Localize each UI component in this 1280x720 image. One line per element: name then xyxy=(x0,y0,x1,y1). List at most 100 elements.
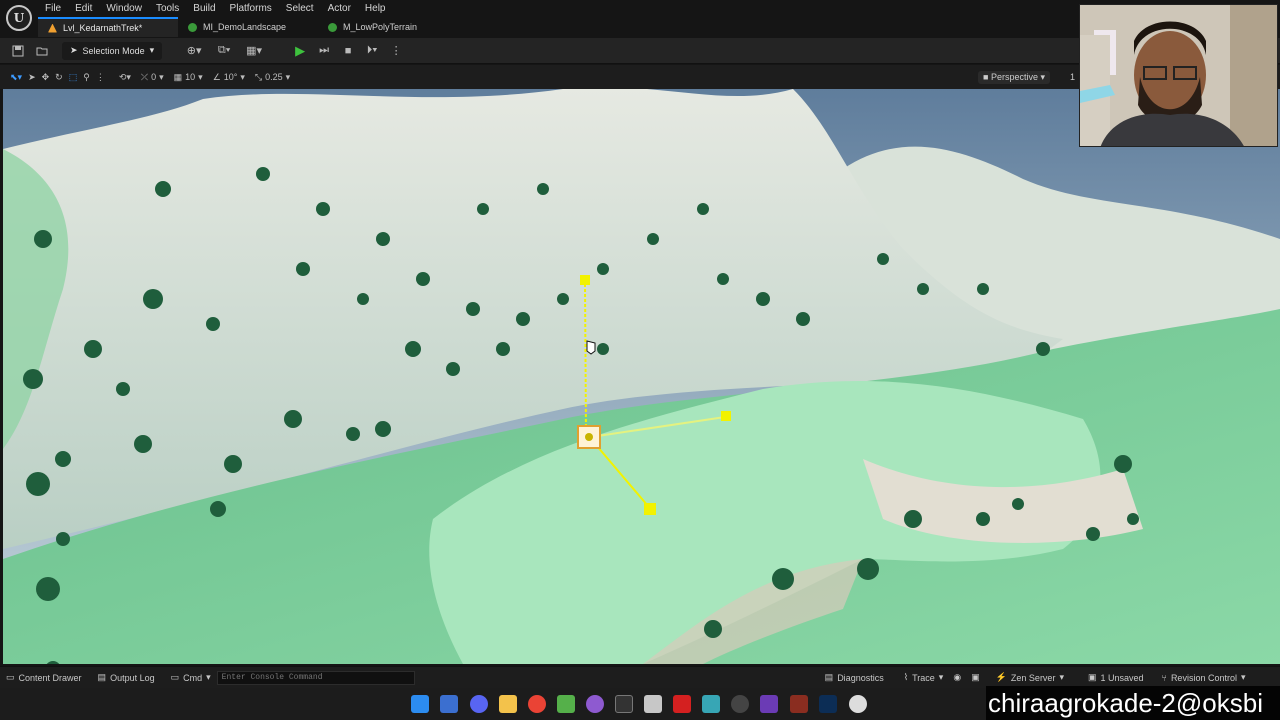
gizmo-y-handle[interactable] xyxy=(721,411,731,421)
record-button[interactable]: ◉ xyxy=(953,672,961,683)
main-menu: File Edit Window Tools Build Platforms S… xyxy=(38,1,393,16)
step-icon: ⏭ xyxy=(319,44,330,56)
menu-build[interactable]: Build xyxy=(186,2,222,16)
screenshot-button[interactable]: ▣ xyxy=(971,672,980,683)
play-icon: ▶ xyxy=(295,42,306,58)
diagnostics-button[interactable]: ▤ Diagnostics xyxy=(825,672,884,683)
scale-tool[interactable]: ⬚ xyxy=(69,72,78,83)
more-tools[interactable]: ⋮ xyxy=(96,72,105,83)
blueprint-button[interactable]: ⧉▾ xyxy=(214,41,234,61)
content-drawer-button[interactable]: ▭ Content Drawer xyxy=(6,672,82,683)
discord-icon[interactable] xyxy=(470,695,488,713)
more-options-button[interactable]: ⋮ xyxy=(386,41,406,61)
file-explorer-icon[interactable] xyxy=(499,695,517,713)
capture-icon[interactable] xyxy=(644,695,662,713)
menu-tools[interactable]: Tools xyxy=(149,2,186,16)
windows-start-icon[interactable] xyxy=(411,695,429,713)
coordinate-system[interactable]: ⚲ xyxy=(83,72,90,83)
pointer-icon: ➤ xyxy=(28,71,36,82)
level-viewport[interactable]: z x xyxy=(3,89,1280,664)
save-button[interactable] xyxy=(8,41,28,61)
stop-icon: ■ xyxy=(344,44,352,57)
console-command-input[interactable] xyxy=(216,670,415,685)
webcam-overlay xyxy=(1079,4,1278,147)
gizmo-x-handle[interactable] xyxy=(644,503,656,515)
surface-snap[interactable]: ⟲▾ xyxy=(119,72,131,83)
notepad-icon[interactable] xyxy=(557,695,575,713)
selection-mode-dropdown[interactable]: ➤ Selection Mode ▾ xyxy=(62,41,163,60)
scale-snap-toggle[interactable]: ⤡ 0.25 ▾ xyxy=(255,72,290,83)
chevron-down-icon: ▾ xyxy=(1040,72,1046,82)
landscape-scene xyxy=(3,89,1280,664)
revision-control-icon: ⑂ xyxy=(1161,672,1167,683)
gizmo-z-handle[interactable] xyxy=(580,275,590,285)
menu-help[interactable]: Help xyxy=(358,2,393,16)
unreal-logo-icon[interactable]: U xyxy=(6,5,32,31)
grid-icon: ▦ xyxy=(173,71,183,82)
menu-platforms[interactable]: Platforms xyxy=(223,2,279,16)
tab-label: M_LowPolyTerrain xyxy=(343,22,418,32)
app-icon[interactable] xyxy=(702,695,720,713)
snap-icon: ⤫ xyxy=(140,71,149,82)
step-button[interactable]: ⏭ xyxy=(314,41,334,61)
terminal-icon[interactable] xyxy=(615,695,633,713)
output-log-label: Output Log xyxy=(110,672,155,683)
browse-button[interactable] xyxy=(32,41,52,61)
menu-actor[interactable]: Actor xyxy=(321,2,358,16)
chrome-icon[interactable] xyxy=(528,695,546,713)
cinematics-button[interactable]: ▦▾ xyxy=(244,41,264,61)
tab-material[interactable]: M_LowPolyTerrain xyxy=(318,17,458,37)
stop-button[interactable]: ■ xyxy=(338,41,358,61)
viewport-extra[interactable]: 1 xyxy=(1070,72,1075,82)
perspective-dropdown[interactable]: ■ Perspective ▾ xyxy=(978,71,1051,84)
payment-id-overlay: chiraagrokade-2@oksbi xyxy=(986,686,1280,720)
unreal-engine-icon[interactable] xyxy=(849,695,867,713)
output-log-button[interactable]: ▤ Output Log xyxy=(98,672,155,683)
transform-tools[interactable]: ⬉▾ xyxy=(10,72,22,83)
tab-level[interactable]: Lvl_KedarnathTrek* xyxy=(38,17,178,37)
chevron-down-icon: ▾ xyxy=(1240,672,1246,682)
angle-snap-toggle[interactable]: ∠ 10° ▾ xyxy=(213,72,245,83)
unsaved-button[interactable]: ▣ 1 Unsaved xyxy=(1088,672,1144,683)
adobe-icon[interactable] xyxy=(673,695,691,713)
grid-snap-toggle[interactable]: ▦ 10 ▾ xyxy=(174,72,203,83)
add-actor-button[interactable]: ⊕▾ xyxy=(184,41,204,61)
play-button[interactable]: ▶ xyxy=(290,41,310,61)
cmd-dropdown[interactable]: ▭ Cmd ▾ xyxy=(171,672,211,683)
rotate-icon: ↻ xyxy=(55,71,63,82)
visual-studio-icon[interactable] xyxy=(760,695,778,713)
rotate-tool[interactable]: ↻ xyxy=(55,72,63,83)
menu-window[interactable]: Window xyxy=(99,2,149,16)
tab-material-instance[interactable]: MI_DemoLandscape xyxy=(178,17,318,37)
trace-dropdown[interactable]: ⌇ Trace ▾ xyxy=(904,672,944,683)
unsaved-label: 1 Unsaved xyxy=(1100,672,1144,683)
tab-label: MI_DemoLandscape xyxy=(203,22,287,32)
blueprint-icon: ⧉▾ xyxy=(217,44,231,56)
diagnostics-icon: ▤ xyxy=(824,672,834,682)
chevron-down-icon: ▾ xyxy=(206,672,211,682)
chevron-down-icon: ▾ xyxy=(285,71,291,82)
translate-tool[interactable]: ✥ xyxy=(42,72,50,83)
rider-icon[interactable] xyxy=(790,695,808,713)
selection-mode-label: Selection Mode xyxy=(82,45,145,56)
launch-button[interactable]: ⏵▾ xyxy=(362,41,382,61)
material-instance-icon xyxy=(188,22,197,32)
trace-icon: ⌇ xyxy=(903,672,909,682)
menu-file[interactable]: File xyxy=(38,2,68,16)
perspective-label: Perspective xyxy=(990,72,1038,82)
photoshop-icon[interactable] xyxy=(819,695,837,713)
selection-arrow-icon: ➤ xyxy=(70,45,78,55)
github-icon[interactable] xyxy=(586,695,604,713)
select-tool[interactable]: ➤ xyxy=(28,72,36,83)
task-view-icon[interactable] xyxy=(440,695,458,713)
menu-select[interactable]: Select xyxy=(279,2,321,16)
menu-edit[interactable]: Edit xyxy=(68,2,99,16)
obs-icon[interactable] xyxy=(731,695,749,713)
zen-server-dropdown[interactable]: ⚡ Zen Server ▾ xyxy=(996,672,1064,683)
revision-control-dropdown[interactable]: ⑂ Revision Control ▾ xyxy=(1162,672,1246,683)
chevron-down-icon: ▾ xyxy=(149,45,155,55)
rotation-snap-toggle[interactable]: ⤫ 0 ▾ xyxy=(141,72,164,83)
scale-snap-icon: ⤡ xyxy=(254,71,263,82)
material-icon xyxy=(328,22,337,32)
clapper-icon: ▦▾ xyxy=(246,45,263,57)
